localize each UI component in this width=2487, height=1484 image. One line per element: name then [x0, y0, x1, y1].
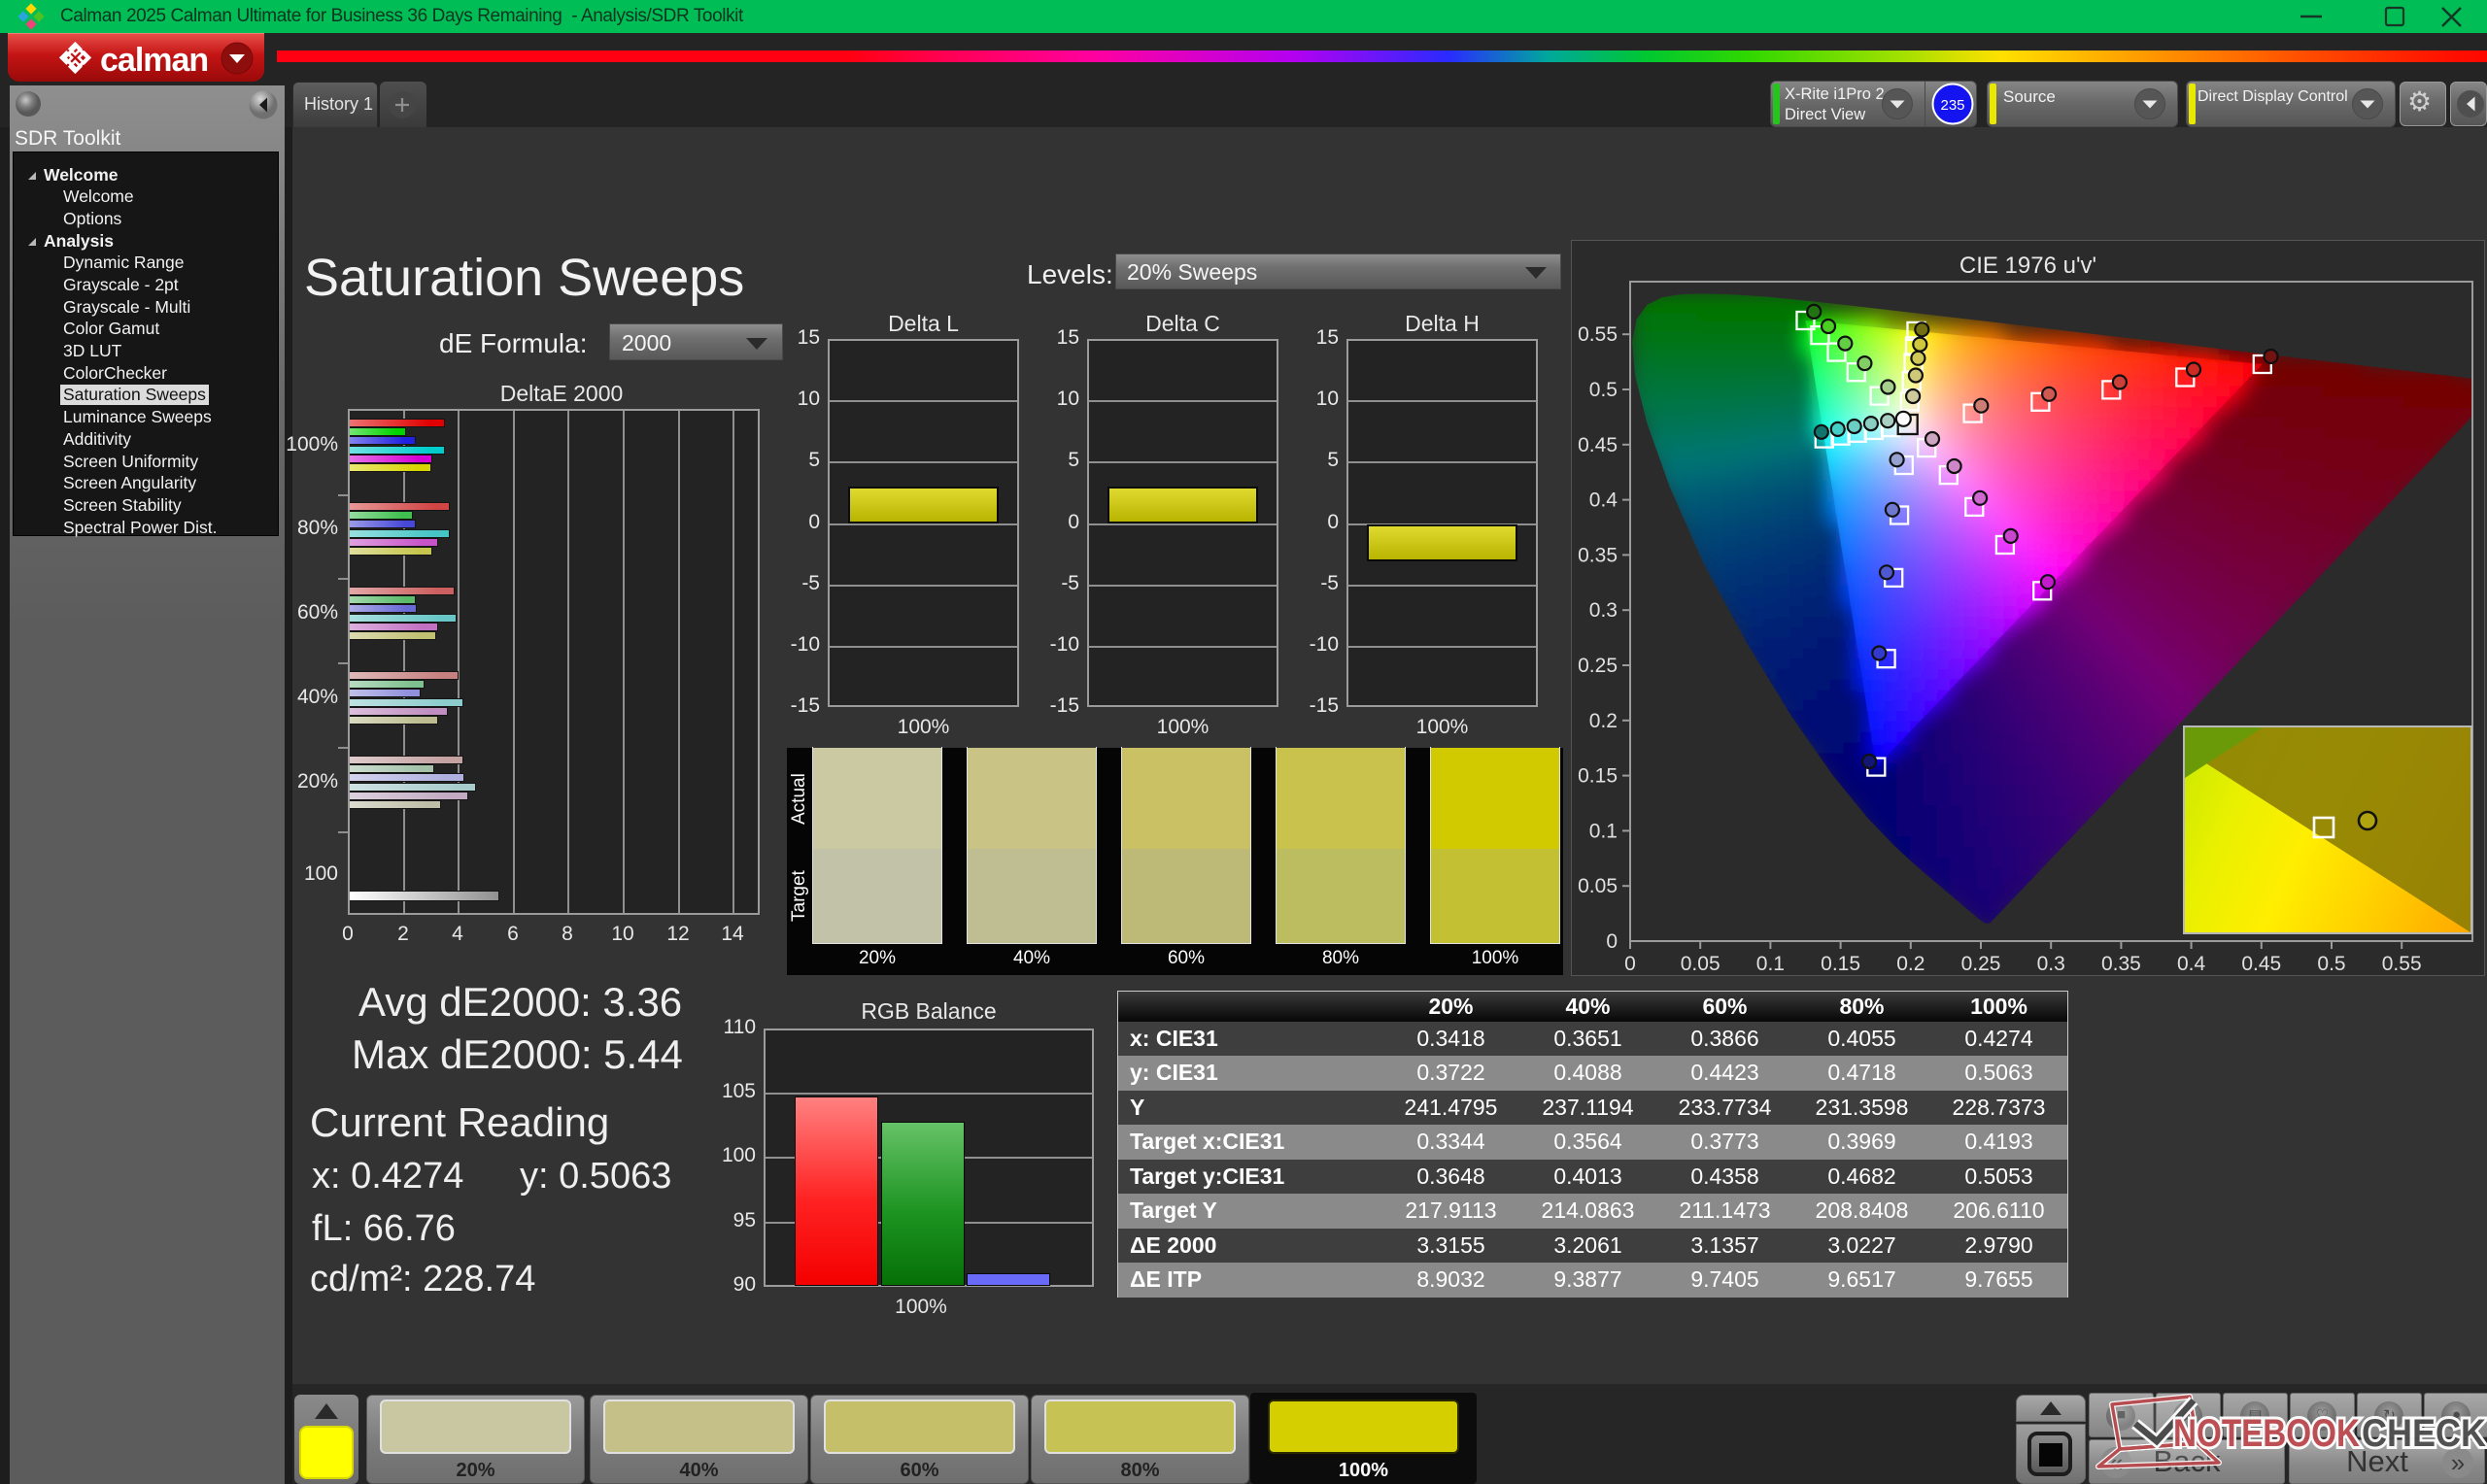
svg-text:0.5: 0.5	[1589, 379, 1618, 401]
svg-text:0: 0	[1624, 953, 1636, 975]
svg-text:0.55: 0.55	[2382, 953, 2422, 975]
svg-text:0.5: 0.5	[2317, 953, 2345, 975]
svg-text:0.4: 0.4	[1589, 489, 1618, 512]
svg-text:0.3: 0.3	[1589, 599, 1618, 622]
svg-text:CHECK: CHECK	[2362, 1412, 2486, 1455]
svg-text:NOTEBOOK: NOTEBOOK	[2173, 1412, 2360, 1455]
svg-text:0.05: 0.05	[1681, 953, 1720, 975]
svg-text:0.3: 0.3	[2037, 953, 2065, 975]
svg-text:0.05: 0.05	[1578, 875, 1618, 897]
svg-text:0.45: 0.45	[1578, 434, 1618, 456]
svg-text:0.35: 0.35	[2101, 953, 2141, 975]
svg-text:0.4: 0.4	[2177, 953, 2206, 975]
svg-text:0.2: 0.2	[1896, 953, 1925, 975]
svg-text:0.1: 0.1	[1589, 820, 1618, 842]
svg-text:0.1: 0.1	[1756, 953, 1785, 975]
svg-text:0.55: 0.55	[1578, 323, 1618, 346]
svg-text:0.35: 0.35	[1578, 544, 1618, 566]
svg-text:0.15: 0.15	[1821, 953, 1860, 975]
svg-text:0.25: 0.25	[1961, 953, 2001, 975]
svg-text:0.15: 0.15	[1578, 765, 1618, 788]
svg-text:0.2: 0.2	[1589, 710, 1618, 732]
svg-text:0: 0	[1606, 930, 1618, 953]
svg-text:235: 235	[1940, 97, 1964, 114]
svg-text:0.45: 0.45	[2241, 953, 2281, 975]
svg-text:0.25: 0.25	[1578, 655, 1618, 677]
